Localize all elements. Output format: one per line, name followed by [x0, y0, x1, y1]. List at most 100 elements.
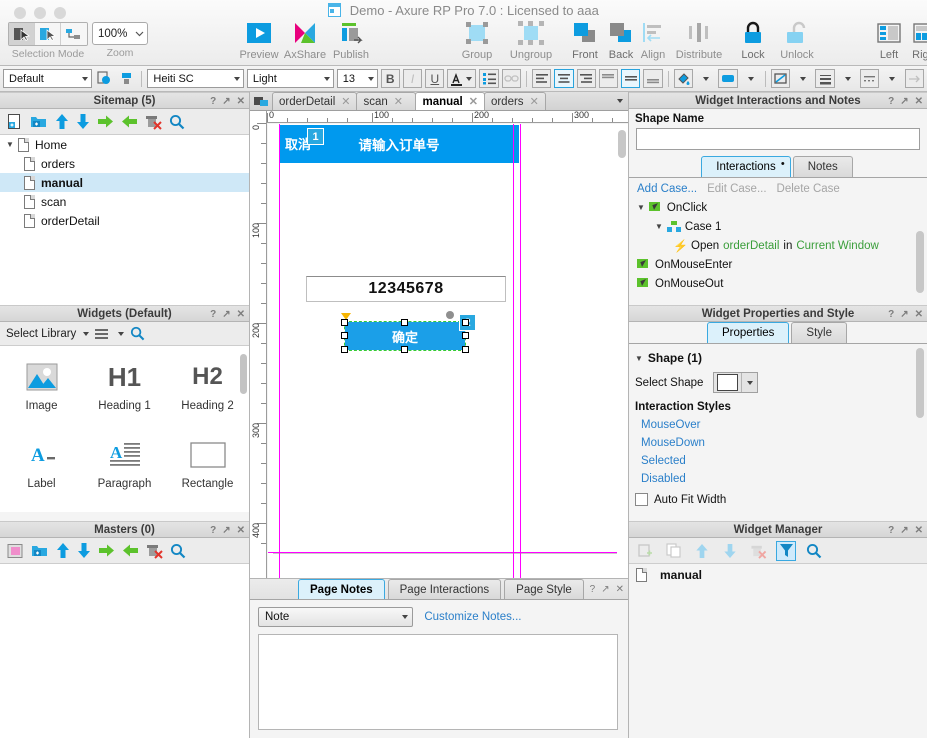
widget-manager-body[interactable]: manual: [629, 564, 927, 732]
close-icon[interactable]: ✕: [394, 95, 403, 108]
canvas-tab-orders[interactable]: orders ✕: [483, 92, 546, 110]
expand-icon[interactable]: ↗: [222, 96, 230, 107]
chevron-down-icon[interactable]: [741, 373, 757, 392]
chevron-down-icon[interactable]: ▼: [655, 222, 663, 231]
valign-middle-button[interactable]: [621, 69, 641, 88]
widgets-scrollbar-thumb[interactable]: [240, 354, 247, 394]
close-icon[interactable]: ✕: [237, 96, 245, 107]
widget-image[interactable]: Image: [0, 346, 83, 424]
widget-label[interactable]: A Label: [0, 424, 83, 502]
duplicate-icon[interactable]: [664, 541, 684, 561]
canvas-tab-menu-icon[interactable]: [250, 91, 272, 110]
sitemap-item-home[interactable]: ▼ Home: [0, 135, 249, 154]
italic-button[interactable]: I: [402, 69, 423, 88]
expand-icon[interactable]: ↗: [222, 309, 230, 320]
move-down-icon[interactable]: [77, 542, 91, 559]
chevron-down-icon[interactable]: [402, 615, 408, 619]
toggle-right-pane-button[interactable]: Right: [898, 20, 927, 61]
fill-color-button[interactable]: [673, 69, 693, 88]
close-icon[interactable]: ✕: [530, 95, 539, 108]
widgets-grid[interactable]: Image H1 Heading 1 H2 Heading 2 A Label …: [0, 346, 249, 512]
unlock-button[interactable]: Unlock: [770, 20, 824, 61]
indent-icon[interactable]: [97, 114, 114, 129]
resize-handle-ne[interactable]: [462, 319, 469, 326]
chevron-down-icon[interactable]: [83, 331, 90, 336]
expand-icon[interactable]: ↗: [900, 309, 908, 320]
canvas-vscroll-thumb[interactable]: [618, 130, 626, 158]
shape-name-input[interactable]: [636, 128, 920, 150]
move-up-icon[interactable]: [56, 542, 70, 559]
help-icon[interactable]: ?: [888, 525, 894, 536]
edit-case-link[interactable]: Edit Case...: [707, 183, 766, 195]
chevron-down-icon[interactable]: [323, 76, 330, 81]
resize-handle-nw[interactable]: [341, 319, 348, 326]
masters-tree[interactable]: [0, 564, 249, 736]
widget-rectangle[interactable]: Rectangle: [166, 424, 249, 502]
chevron-down-icon[interactable]: [81, 76, 88, 81]
shape-section-header[interactable]: ▼ Shape (1): [635, 351, 927, 365]
interactions-tree[interactable]: ▼ OnClick ▼ Case 1 ⚡ Open orderDetail in…: [629, 198, 927, 293]
close-icon[interactable]: ✕: [237, 525, 245, 536]
resize-handle-se[interactable]: [462, 346, 469, 353]
interaction-case-1[interactable]: ▼ Case 1: [629, 217, 927, 236]
search-icon[interactable]: [169, 114, 185, 130]
sitemap-item-manual[interactable]: manual: [0, 173, 249, 192]
move-up-icon[interactable]: [692, 541, 712, 561]
distribute-button[interactable]: Distribute: [672, 20, 726, 61]
close-icon[interactable]: ✕: [915, 525, 923, 536]
line-style-dropdown[interactable]: [882, 69, 901, 88]
filter-icon[interactable]: [776, 540, 796, 561]
publish-button[interactable]: Publish: [324, 20, 378, 61]
help-icon[interactable]: ?: [888, 309, 894, 320]
delete-icon[interactable]: [146, 542, 163, 559]
resize-handle-e[interactable]: [462, 332, 469, 339]
font-weight-select[interactable]: Light: [246, 69, 334, 88]
delete-case-link[interactable]: Delete Case: [777, 183, 840, 195]
add-page-icon[interactable]: [7, 113, 23, 130]
tab-style[interactable]: Style: [791, 322, 847, 343]
style-link-selected[interactable]: Selected: [641, 455, 927, 467]
footnote-badge-1[interactable]: 1: [307, 128, 324, 145]
resize-handle-n[interactable]: [401, 319, 408, 326]
style-link-mouseover[interactable]: MouseOver: [641, 419, 927, 431]
line-style-button[interactable]: [860, 69, 880, 88]
indent-icon[interactable]: [98, 543, 115, 558]
style-link-disabled[interactable]: Disabled: [641, 473, 927, 485]
chevron-down-icon[interactable]: ▼: [6, 140, 18, 149]
close-icon[interactable]: ✕: [469, 95, 478, 108]
search-icon[interactable]: [130, 326, 145, 341]
widget-heading-1[interactable]: H1 Heading 1: [83, 346, 166, 424]
selection-mode-intersect-icon[interactable]: [9, 23, 35, 45]
border-color-button[interactable]: [770, 69, 791, 88]
shadow-button[interactable]: [718, 69, 738, 88]
connector-mode-icon[interactable]: [61, 23, 87, 45]
help-icon[interactable]: ?: [590, 584, 596, 595]
add-folder-icon[interactable]: [30, 113, 48, 130]
sitemap-tree[interactable]: ▼ Home orders manual scan orderDetail: [0, 135, 249, 305]
align-left-button[interactable]: [531, 69, 552, 88]
tab-page-notes[interactable]: Page Notes: [298, 579, 385, 599]
tab-properties[interactable]: Properties: [707, 322, 790, 343]
line-width-button[interactable]: [815, 69, 835, 88]
sitemap-item-orderdetail[interactable]: orderDetail: [0, 211, 249, 230]
chevron-down-icon[interactable]: ▼: [635, 354, 643, 363]
close-icon[interactable]: ✕: [915, 96, 923, 107]
add-master-icon[interactable]: [7, 543, 24, 559]
close-icon[interactable]: ✕: [341, 95, 350, 108]
expand-icon[interactable]: ↗: [222, 525, 230, 536]
select-shape-dropdown[interactable]: [713, 372, 759, 393]
valign-top-button[interactable]: [598, 69, 619, 88]
prototype-page[interactable]: 取消 请输入订单号 1 12345678 确定 2: [273, 124, 618, 554]
auto-fit-width-row[interactable]: Auto Fit Width: [635, 493, 927, 506]
help-icon[interactable]: ?: [210, 309, 216, 320]
move-up-icon[interactable]: [55, 113, 69, 130]
interaction-action-open[interactable]: ⚡ Open orderDetail in Current Window: [629, 236, 927, 255]
font-size-select[interactable]: 13: [336, 69, 378, 88]
font-color-button[interactable]: [447, 69, 477, 88]
expand-icon[interactable]: ↗: [900, 525, 908, 536]
add-case-link[interactable]: Add Case...: [637, 183, 697, 195]
widget-heading-2[interactable]: H2 Heading 2: [166, 346, 249, 424]
outdent-icon[interactable]: [121, 114, 138, 129]
selection-mode-contain-icon[interactable]: [35, 23, 61, 45]
help-icon[interactable]: ?: [210, 525, 216, 536]
